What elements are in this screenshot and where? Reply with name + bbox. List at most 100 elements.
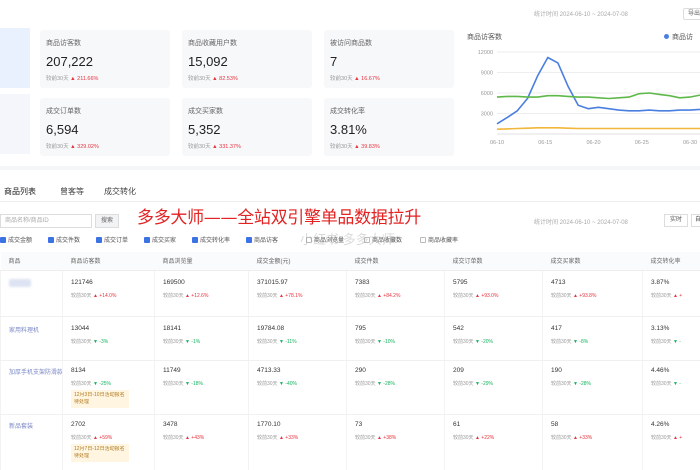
cell-compare: 较前30天 ▼ -11% (257, 338, 297, 345)
table-cell: 11749 较前30天 ▼ -18% (154, 360, 249, 415)
checkbox-checked-icon (144, 237, 150, 243)
cell-value: 209 (453, 366, 464, 374)
product-name[interactable]: 家用料理机 (9, 325, 62, 334)
left-card-2[interactable] (0, 94, 30, 154)
cell-value: 795 (355, 324, 366, 332)
cell-value: 8134 (71, 366, 86, 374)
table-row[interactable]: 家用料理机 13044 较前30天 ▼ -3% 18141 较前30天 ▼ -1% 197… (0, 316, 700, 361)
kpi-compare: 较前30天 ▲ 82.53% (188, 76, 238, 82)
cell-value: 5795 (453, 278, 468, 286)
table-cell: 2702 较前30天 ▲ +59% 12月7日-12日活动报名 待处理 (62, 414, 155, 470)
cell-compare: 较前30天 ▲ +43% (163, 434, 205, 441)
cell-value: 3.87% (651, 278, 670, 286)
cell-value: 3478 (163, 420, 178, 428)
trend-up-icon: ▲ (70, 144, 76, 150)
column-header[interactable]: 商品访客数 (62, 252, 155, 271)
realtime-button[interactable]: 实时 (664, 214, 688, 227)
product-cell[interactable] (0, 270, 63, 317)
cell-value: 73 (355, 420, 363, 428)
table-cell: 3.87% 较前30天 ▲ + (642, 270, 700, 317)
kpi-card[interactable]: 成交转化率 3.81% 较前30天 ▲ 39.83% (324, 98, 454, 156)
tab-customers[interactable]: 曾客等 (60, 186, 84, 197)
kpi-value: 3.81% (330, 122, 367, 137)
export-button[interactable]: 导出 (683, 8, 700, 20)
cell-compare: 较前30天 ▲ +14.0% (71, 292, 117, 299)
table-cell: 371015.97 较前30天 ▲ +78.1% (248, 270, 347, 317)
legend-dot-icon (664, 34, 669, 39)
table-cell: 1770.10 较前30天 ▲ +33% (248, 414, 347, 470)
kpi-card[interactable]: 商品收藏用户数 15,092 较前30天 ▲ 82.53% (182, 30, 312, 88)
search-button[interactable]: 搜索 (95, 214, 119, 228)
tab-product-list[interactable]: 商品列表 (4, 186, 36, 197)
table-header-row: 商品 商品访客数 商品浏览量 成交金额(元) 成交件数 成交订单数 成交买家数 … (0, 252, 700, 271)
cell-value: 18141 (163, 324, 182, 332)
cell-value: 58 (551, 420, 559, 428)
filter-checkbox[interactable]: 成交订单 (96, 235, 128, 244)
column-header[interactable]: 成交买家数 (542, 252, 643, 271)
filter-checkbox[interactable]: 商品访客 (246, 235, 278, 244)
column-header[interactable]: 商品 (0, 252, 63, 271)
product-thumbnail[interactable] (9, 278, 31, 287)
cell-compare: 较前30天 ▼ -8% (551, 338, 589, 345)
filter-checkbox[interactable]: 商品收藏率 (420, 235, 458, 244)
table-cell: 290 较前30天 ▼ -28% (346, 360, 445, 415)
product-cell[interactable]: 新品套装 (0, 414, 63, 470)
custom-button[interactable]: 自 (691, 214, 700, 227)
kpi-value: 15,092 (188, 54, 228, 69)
table-row[interactable]: 新品套装 2702 较前30天 ▲ +59% 12月7日-12日活动报名 待处理 3478… (0, 414, 700, 470)
checkbox-checked-icon (192, 237, 198, 243)
kpi-value: 6,594 (46, 122, 79, 137)
cell-value: 2702 (71, 420, 86, 428)
filter-checkbox[interactable]: 成交件数 (48, 235, 80, 244)
kpi-compare: 较前30天 ▲ 329.02% (46, 144, 99, 150)
table-cell: 7383 较前30天 ▲ +84.2% (346, 270, 445, 317)
x-tick-label: 06-25 (635, 140, 649, 146)
table-date-range: 统计时间 2024-06-10 ~ 2024-07-08 (534, 220, 628, 226)
left-card-1[interactable] (0, 28, 30, 88)
cell-value: 190 (551, 366, 562, 374)
table-cell: 4.46% 较前30天 ▼ - (642, 360, 700, 415)
tab-conversion[interactable]: 成交转化 (104, 186, 136, 197)
column-header[interactable]: 成交订单数 (444, 252, 543, 271)
column-header[interactable]: 成交转化率 (642, 252, 700, 271)
product-table: 商品 商品访客数 商品浏览量 成交金额(元) 成交件数 成交订单数 成交买家数 … (0, 252, 700, 470)
cell-compare: 较前30天 ▼ -25% (71, 380, 111, 387)
table-cell: 4.26% 较前30天 ▲ + (642, 414, 700, 470)
left-edge-cards (0, 28, 30, 156)
kpi-card[interactable]: 成交订单数 6,594 较前30天 ▲ 329.02% (40, 98, 170, 156)
table-row[interactable]: 加厚手机支架防滑款 8134 较前30天 ▼ -25% 12月3日-10日活动报名 待处… (0, 360, 700, 415)
activity-note[interactable]: 12月3日-10日活动报名 待处理 (71, 389, 129, 408)
kpi-card[interactable]: 被访问商品数 7 较前30天 ▲ 16.67% (324, 30, 454, 88)
activity-note[interactable]: 12月7日-12日活动报名 待处理 (71, 443, 129, 462)
column-header[interactable]: 商品浏览量 (154, 252, 249, 271)
column-header[interactable]: 成交件数 (346, 252, 445, 271)
kpi-label: 被访问商品数 (330, 40, 372, 47)
series-line-3[interactable] (496, 127, 700, 130)
kpi-card[interactable]: 成交买家数 5,352 较前30天 ▲ 331.37% (182, 98, 312, 156)
filter-checkbox[interactable]: 成交买家 (144, 235, 176, 244)
cell-compare: 较前30天 ▲ +12.6% (163, 292, 209, 299)
trend-up-icon: ▲ (354, 144, 360, 150)
table-row[interactable]: 121746 较前30天 ▲ +14.0% 169500 较前30天 ▲ +12.6%… (0, 270, 700, 317)
product-name[interactable]: 新品套装 (9, 421, 62, 430)
cell-compare: 较前30天 ▼ -28% (355, 380, 395, 387)
cell-value: 19784.08 (257, 324, 285, 332)
chart-legend[interactable]: 商品访 (664, 32, 693, 42)
checkbox-checked-icon (48, 237, 54, 243)
product-name[interactable]: 加厚手机支架防滑款 (9, 367, 63, 376)
filter-checkbox[interactable]: 成交金额 (0, 235, 32, 244)
column-header[interactable]: 成交金额(元) (248, 252, 347, 271)
kpi-compare: 较前30天 ▲ 331.37% (188, 144, 241, 150)
filter-checkbox[interactable]: 成交转化率 (192, 235, 230, 244)
search-input[interactable]: 商品名称/商品ID (0, 214, 92, 228)
cell-compare: 较前30天 ▼ -10% (355, 338, 395, 345)
product-cell[interactable]: 家用料理机 (0, 316, 63, 361)
table-cell: 121746 较前30天 ▲ +14.0% (62, 270, 155, 317)
series-line-2[interactable] (496, 92, 700, 100)
product-cell[interactable]: 加厚手机支架防滑款 (0, 360, 63, 415)
kpi-card[interactable]: 商品访客数 207,222 较前30天 ▲ 211.66% (40, 30, 170, 88)
table-cell: 8134 较前30天 ▼ -25% 12月3日-10日活动报名 待处理 (62, 360, 155, 415)
x-tick-label: 06-10 (490, 140, 504, 146)
table-cell: 3.13% 较前30天 ▼ - (642, 316, 700, 361)
checkbox-checked-icon (0, 237, 6, 243)
